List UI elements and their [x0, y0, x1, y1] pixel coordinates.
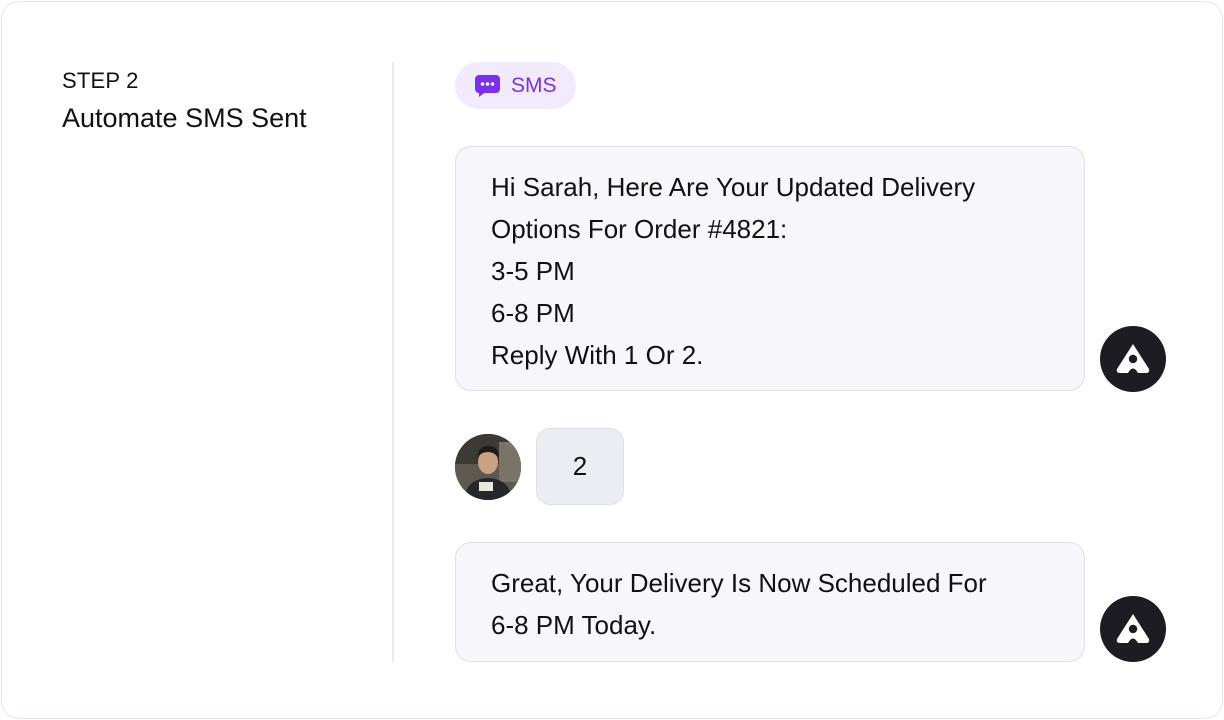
message-line: Options For Order #4821:	[491, 214, 788, 244]
step-title: Automate SMS Sent	[62, 103, 307, 133]
message-line: Great, Your Delivery Is Now Scheduled Fo…	[491, 568, 987, 598]
sms-chip-label: SMS	[511, 74, 557, 97]
message-line: 6-8 PM	[491, 298, 575, 328]
message-line: Hi Sarah, Here Are Your Updated Delivery	[491, 172, 976, 202]
bot-message-bubble: Great, Your Delivery Is Now Scheduled Fo…	[455, 542, 1085, 662]
message-line: 6-8 PM Today.	[491, 610, 657, 640]
divider	[392, 62, 394, 662]
bot-avatar	[1100, 596, 1166, 662]
bot-message-bubble: Hi Sarah, Here Are Your Updated Delivery…	[455, 146, 1085, 391]
workflow-step-card: STEP 2 Automate SMS Sent SMS Hi Sarah, H…	[1, 1, 1223, 719]
message-line: 3-5 PM	[491, 256, 575, 286]
step-label: STEP 2	[62, 68, 139, 93]
sms-channel-chip: SMS	[455, 62, 576, 109]
user-avatar	[455, 434, 521, 500]
bot-avatar	[1100, 326, 1166, 392]
message-dots-icon	[475, 75, 500, 97]
user-reply-bubble: 2	[536, 428, 624, 505]
brand-logo-icon	[1116, 344, 1150, 373]
brand-logo-icon	[1116, 614, 1150, 643]
message-line: Reply With 1 Or 2.	[491, 340, 704, 370]
reply-text: 2	[572, 451, 588, 481]
